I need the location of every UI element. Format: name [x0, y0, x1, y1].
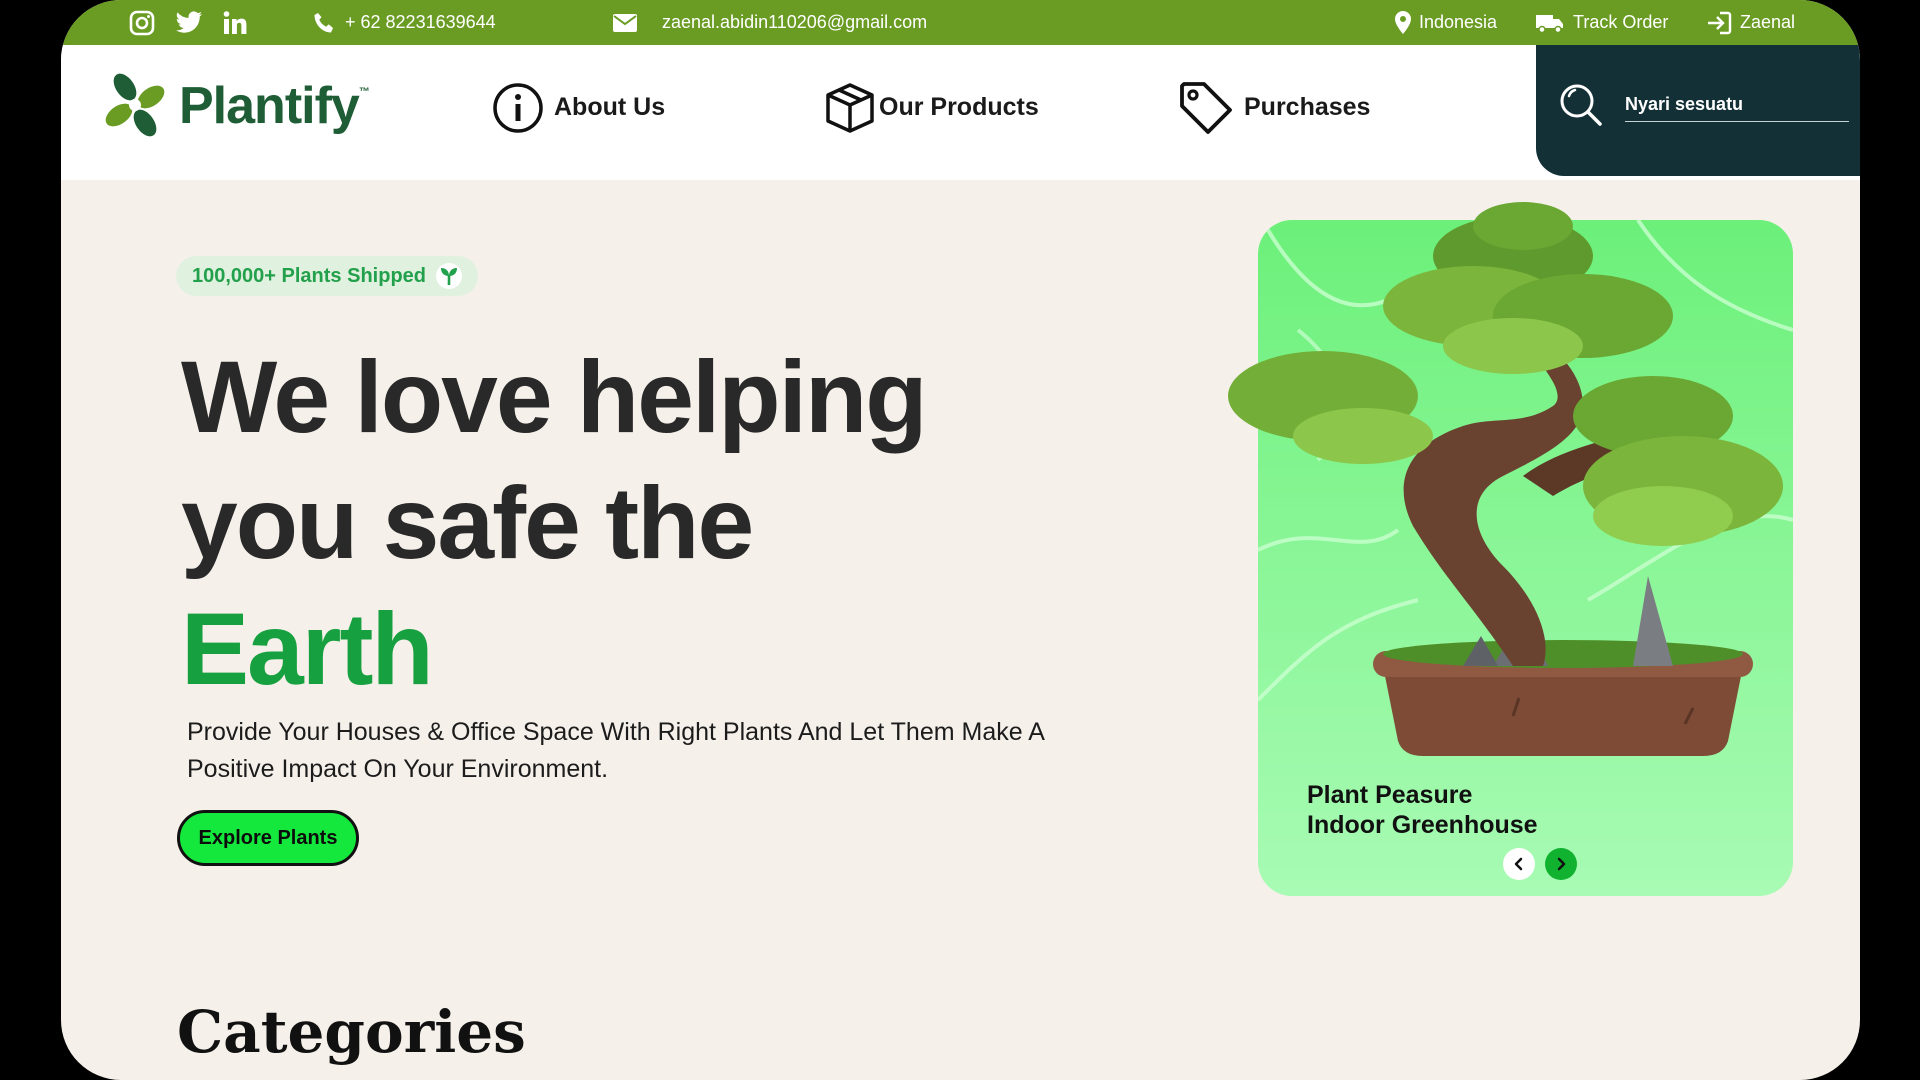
instagram-icon [129, 10, 155, 35]
box-icon [826, 82, 874, 133]
linkedin-icon [223, 10, 247, 34]
user-account-link[interactable]: Zaenal [1706, 0, 1795, 45]
shipped-badge: 100,000+ Plants Shipped [176, 256, 478, 296]
logo[interactable]: Plantify™ [101, 71, 370, 141]
price-tag-icon [1180, 81, 1232, 134]
chevron-right-icon [1557, 857, 1566, 871]
truck-icon [1536, 14, 1563, 33]
carousel-next-button[interactable] [1545, 848, 1577, 880]
logo-text: Plantify™ [179, 77, 370, 135]
track-order-label: Track Order [1573, 12, 1669, 32]
categories-heading: Categories [177, 998, 526, 1066]
top-bar: + 62 82231639644 zaenal.abidin110206@gma… [61, 0, 1860, 45]
phone-contact[interactable]: + 62 82231639644 [313, 0, 496, 45]
email-address: zaenal.abidin110206@gmail.com [662, 12, 928, 32]
email-contact[interactable]: zaenal.abidin110206@gmail.com [612, 0, 927, 45]
card-title-line1: Plant Peasure [1307, 781, 1473, 809]
instagram-link[interactable] [129, 0, 155, 45]
hero-headline-highlight: Earth [181, 592, 434, 706]
hero-headline-line1: We love helping [181, 340, 928, 454]
featured-plant-card[interactable]: Plant Peasure Indoor Greenhouse [1228, 202, 1793, 896]
info-icon [493, 82, 543, 133]
plantify-logo-icon [105, 73, 165, 137]
nav-our-products-label: Our Products [879, 93, 1039, 121]
login-icon [1708, 11, 1732, 34]
app-window: + 62 82231639644 zaenal.abidin110206@gma… [61, 0, 1860, 1080]
card-title-line2: Indoor Greenhouse [1307, 811, 1538, 839]
nav-about-us[interactable]: About Us [492, 45, 665, 170]
phone-number: + 62 82231639644 [345, 12, 496, 32]
twitter-icon [176, 10, 202, 33]
chevron-left-icon [1514, 857, 1523, 871]
phone-icon [314, 12, 333, 32]
hero-subtext: Provide Your Houses & Office Space With … [187, 718, 1044, 783]
sprout-icon [436, 263, 462, 289]
hero-headline-line2: you safe the [181, 466, 754, 580]
nav-purchases[interactable]: Purchases [1178, 45, 1370, 170]
country-selector[interactable]: Indonesia [1393, 0, 1497, 45]
nav-our-products[interactable]: Our Products [823, 45, 1039, 170]
nav-about-us-label: About Us [554, 93, 666, 121]
country-label: Indonesia [1419, 12, 1498, 32]
search-input[interactable] [1625, 89, 1849, 122]
search-icon[interactable] [1558, 82, 1604, 128]
bonsai-plant-image [1228, 202, 1783, 756]
nav-purchases-label: Purchases [1244, 93, 1371, 121]
explore-plants-button[interactable]: Explore Plants [177, 810, 359, 866]
twitter-link[interactable] [175, 0, 203, 45]
shipped-badge-label: 100,000+ Plants Shipped [192, 264, 426, 287]
card-title: Plant Peasure Indoor Greenhouse [1307, 780, 1538, 840]
mail-icon [613, 13, 637, 32]
main-header: Plantify™ About Us Our Products Purchase… [61, 45, 1860, 180]
linkedin-link[interactable] [222, 0, 248, 45]
user-name: Zaenal [1740, 12, 1796, 32]
track-order-link[interactable]: Track Order [1535, 0, 1668, 45]
carousel-prev-button[interactable] [1503, 848, 1535, 880]
search-box [1536, 45, 1860, 176]
location-pin-icon [1395, 10, 1411, 34]
